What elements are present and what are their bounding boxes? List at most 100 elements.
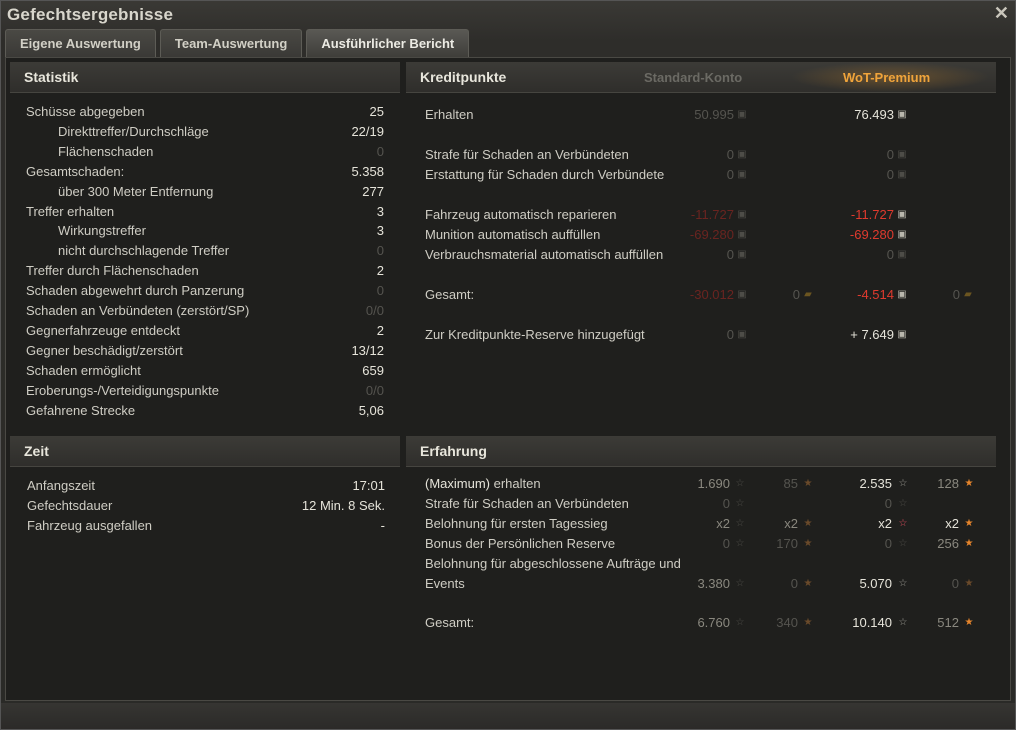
star-icon: ☆: [898, 617, 908, 628]
standard-free-xp-value: 340: [776, 615, 798, 630]
standard-free-xp-value: x2: [784, 516, 798, 531]
title-bar: Gefechtsergebnisse ✕: [1, 1, 1015, 29]
statistik-row-value: 659: [362, 362, 384, 378]
free-xp-star-icon: ★: [964, 578, 974, 589]
credits-icon: ▣: [737, 289, 747, 300]
statistik-panel: Statistik Schüsse abgegeben 25 Direkttreff…: [10, 62, 400, 422]
standard-xp-value: 3.380: [697, 576, 730, 591]
star-icon: ☆: [735, 617, 745, 628]
statistik-row-value: 25: [369, 104, 384, 119]
gold-icon: ▰: [804, 289, 812, 300]
statistik-row-label: Wirkungstreffer: [58, 223, 146, 239]
credits-icon: ▣: [897, 149, 907, 160]
kredit-row: Erstattung für Schaden durch Verbündete 0…: [406, 165, 996, 185]
statistik-row-value: 0/0: [365, 303, 384, 318]
standard-konto-header: Standard-Konto: [644, 70, 743, 85]
premium-free-xp-value: x2: [945, 516, 959, 531]
free-xp-star-icon: ★: [964, 538, 974, 549]
statistik-row-label: über 300 Meter Entfernung: [58, 183, 214, 199]
erfahrung-row: (Maximum) erhalten 1.690 ☆ 85 ★ 2.535 ☆ 128 ★: [406, 474, 996, 494]
tab-ausfuehrlicher-bericht[interactable]: Ausführlicher Bericht: [306, 29, 470, 57]
kredit-row: Munition automatisch auffüllen -69.280 ▣ -6…: [406, 225, 996, 245]
free-xp-star-icon: ★: [803, 478, 813, 489]
statistik-row-value: 13/12: [351, 342, 384, 358]
statistik-row-value: 2: [376, 322, 384, 338]
statistik-row-label: Treffer durch Flächenschaden: [26, 263, 199, 279]
premium-xp-value: 0: [884, 536, 892, 551]
standard-credits-value: 0: [726, 167, 734, 182]
statistik-row: Schüsse abgegeben 25: [10, 102, 390, 122]
premium-xp-value: 0: [884, 496, 892, 511]
statistik-row: Gegner beschädigt/zerstört 13/12: [10, 341, 390, 361]
standard-free-xp-value: 0: [790, 576, 798, 591]
premium-xp-value: 10.140: [852, 615, 892, 630]
statistik-row-value: 3: [376, 223, 384, 239]
kredit-row-label: Verbrauchsmaterial automatisch auffüllen: [425, 247, 664, 262]
zeit-title: Zeit: [24, 443, 49, 459]
kredit-row: Strafe für Schaden an Verbündeten 0 ▣ 0 ▣: [406, 145, 996, 165]
statistik-row: Gegnerfahrzeuge entdeckt 2: [10, 321, 390, 341]
free-xp-star-icon: ★: [964, 478, 974, 489]
statistik-row-value: 0: [376, 283, 384, 299]
erfahrung-row-label: Bonus der Persönlichen Reserve: [425, 536, 616, 551]
statistik-row-value: 0: [376, 143, 384, 159]
statistik-row: Gefahrene Strecke 5,06: [10, 401, 390, 421]
free-xp-star-icon: ★: [803, 578, 813, 589]
statistik-row: Schaden ermöglicht 659: [10, 361, 390, 381]
standard-credits-value: 0: [726, 247, 734, 262]
standard-credits-value: -11.727: [690, 207, 734, 222]
standard-credits-value: 50.995: [694, 107, 734, 122]
kredit-row: Fahrzeug automatisch reparieren -11.727 ▣ -…: [406, 205, 996, 225]
kreditpunkte-header: Kreditpunkte Standard-Konto WoT-Premium: [406, 62, 996, 93]
premium-credits-value: 76.493: [854, 107, 894, 122]
erfahrung-row-label-text: erhalten: [490, 476, 541, 491]
zeit-row-label: Gefechtsdauer: [27, 498, 113, 513]
premium-free-xp-value: 0: [951, 576, 959, 591]
tab-team-auswertung[interactable]: Team-Auswertung: [159, 29, 303, 57]
kredit-row-label: Munition automatisch auffüllen: [425, 227, 601, 242]
premium-credits-value: -69.280: [849, 227, 894, 242]
erfahrung-header: Erfahrung: [406, 436, 996, 467]
erfahrung-row: Strafe für Schaden an Verbündeten 0 ☆ 0 ☆: [406, 494, 996, 514]
kredit-row: Gesamt: -30.012 ▣ -4.514 ▣ 0 ▰ 0 ▰: [406, 285, 996, 305]
premium-credits-value: 0: [886, 147, 894, 162]
close-icon[interactable]: ✕: [994, 3, 1009, 24]
premium-xp-value: 2.535: [859, 476, 892, 491]
tab-eigene-auswertung[interactable]: Eigene Auswertung: [5, 29, 156, 57]
zeit-row: Fahrzeug ausgefallen -: [10, 516, 390, 536]
erfahrung-row-label: Events: [425, 576, 465, 591]
statistik-row: Flächenschaden 0: [10, 142, 390, 162]
free-xp-star-icon: ★: [803, 538, 813, 549]
credits-icon: ▣: [897, 249, 907, 260]
erfahrung-row: Events Belohnung für abgeschlossene Auftr…: [406, 556, 996, 594]
statistik-row-value: 22/19: [351, 123, 384, 139]
statistik-row-label: Schaden an Verbündeten (zerstört/SP): [26, 303, 250, 318]
standard-credits-value: -69.280: [689, 227, 734, 242]
standard-gold-value: 0: [792, 287, 800, 302]
statistik-row-label: Schaden abgewehrt durch Panzerung: [26, 283, 245, 299]
statistik-header: Statistik: [10, 62, 400, 93]
premium-credits-value: 0: [886, 247, 894, 262]
premium-free-xp-value: 256: [937, 536, 959, 551]
free-xp-star-icon: ★: [803, 617, 813, 628]
statistik-row-label: Gegner beschädigt/zerstört: [26, 342, 183, 358]
window-title: Gefechtsergebnisse: [7, 5, 174, 24]
premium-credits-value: -4.514: [857, 287, 894, 302]
premium-xp-value: 5.070: [859, 576, 892, 591]
standard-xp-value: 0: [722, 496, 730, 511]
window-footer: [1, 703, 1015, 729]
statistik-row: Schaden an Verbündeten (zerstört/SP) 0/0: [10, 301, 390, 321]
standard-xp-value: 1.690: [697, 476, 730, 491]
statistik-row-value: 3: [376, 203, 384, 219]
statistik-row-label: Gefahrene Strecke: [26, 402, 136, 418]
standard-xp-value: 0: [722, 536, 730, 551]
standard-xp-value: 6.760: [697, 615, 730, 630]
statistik-row: Eroberungs-/Verteidigungspunkte 0/0: [10, 381, 390, 401]
gold-icon: ▰: [964, 289, 972, 300]
erfahrung-title: Erfahrung: [420, 443, 487, 459]
zeit-row-value: -: [380, 518, 385, 533]
premium-gold-value: 0: [952, 287, 960, 302]
statistik-row-label: Flächenschaden: [58, 143, 154, 159]
premium-credits-value: 0: [886, 167, 894, 182]
statistik-row: Treffer durch Flächenschaden 2: [10, 261, 390, 281]
